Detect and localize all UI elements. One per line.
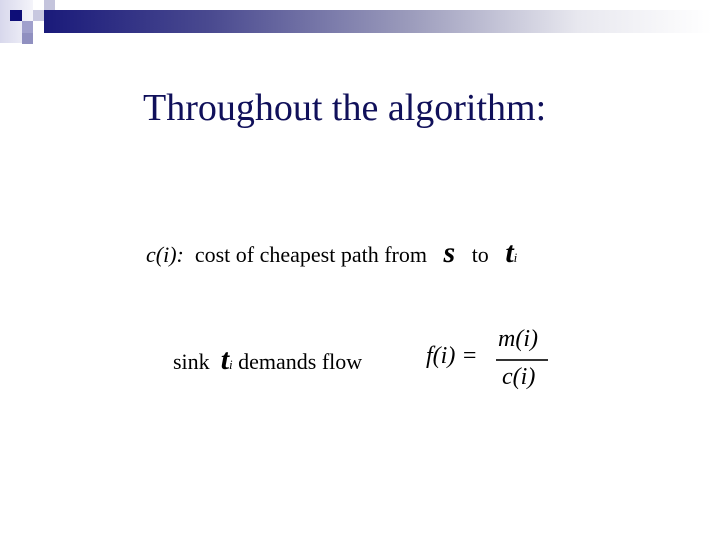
deco-square-bottom bbox=[22, 33, 33, 44]
source-symbol: s bbox=[443, 236, 456, 269]
slide-title: Throughout the algorithm: bbox=[143, 87, 547, 129]
sink-subscript: i bbox=[229, 357, 233, 372]
connector-text: to bbox=[471, 242, 489, 267]
fraction-bar bbox=[496, 359, 548, 361]
target-symbol: t bbox=[505, 236, 514, 269]
demand-text: demands flow bbox=[238, 349, 363, 374]
deco-square-blue bbox=[22, 21, 33, 33]
cost-text: cost of cheapest path from bbox=[194, 242, 427, 267]
formula-denominator: c(i) bbox=[502, 364, 536, 390]
sink-label: sink bbox=[173, 349, 210, 374]
header-gradient-bar bbox=[44, 10, 712, 33]
demand-statement: sink ti demands flow bbox=[173, 343, 362, 377]
target-subscript: i bbox=[513, 250, 518, 265]
cost-term: c(i): bbox=[146, 242, 184, 267]
formula-numerator: m(i) bbox=[498, 326, 538, 352]
deco-square-mid bbox=[33, 10, 44, 21]
cost-definition: c(i): cost of cheapest path from s to ti bbox=[146, 236, 517, 270]
sink-symbol: t bbox=[220, 343, 230, 376]
formula-lhs: f(i) = bbox=[426, 343, 478, 369]
deco-square-dark bbox=[10, 10, 22, 21]
